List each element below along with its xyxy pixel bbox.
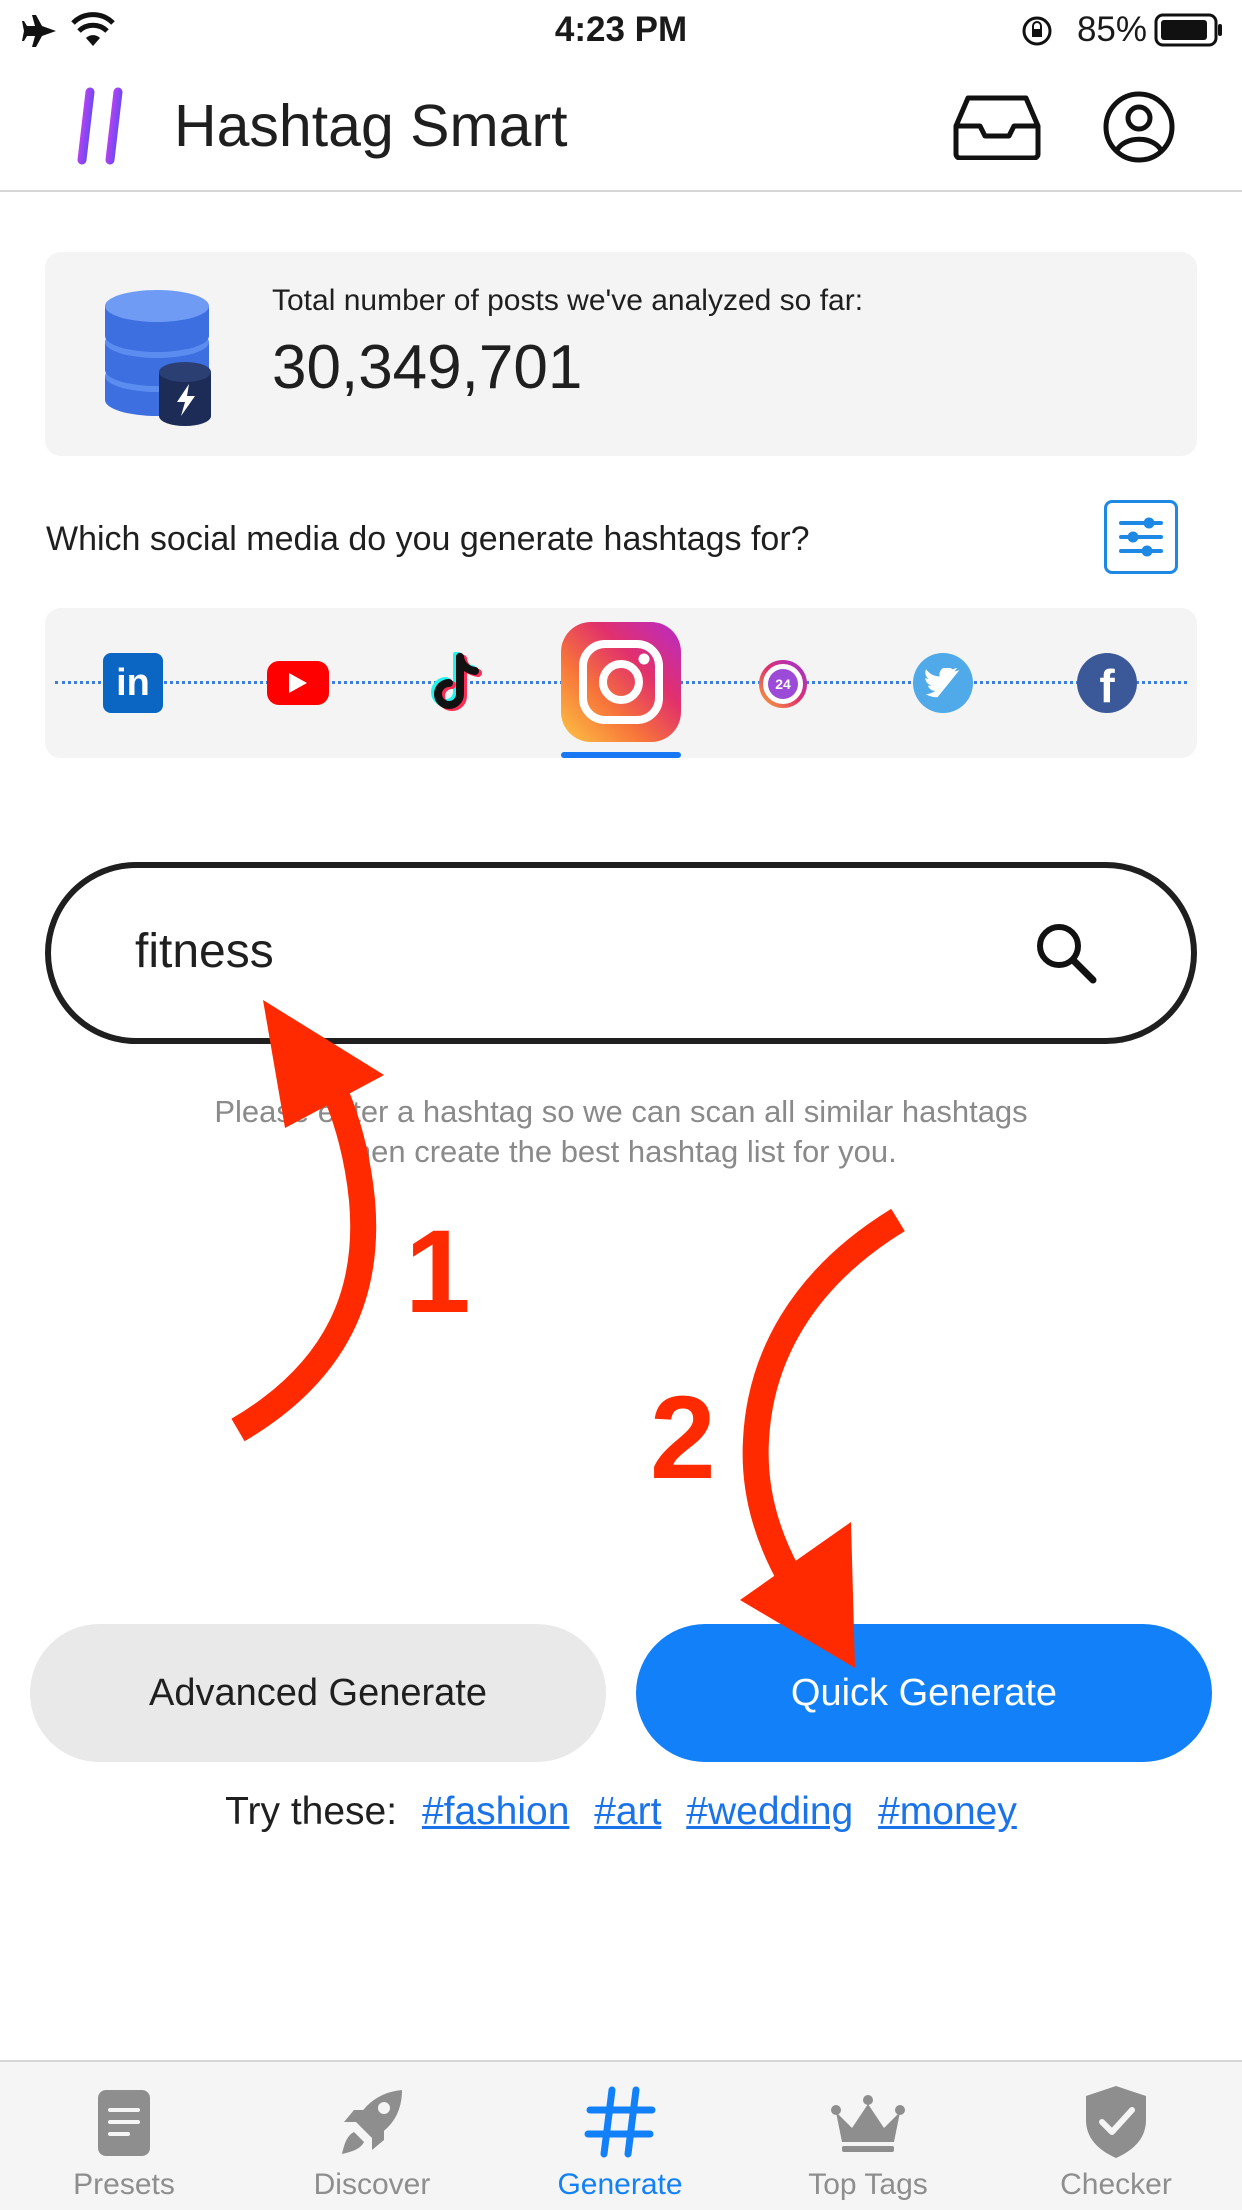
- tab-label: Checker: [1060, 2168, 1172, 2201]
- tab-label: Top Tags: [808, 2168, 928, 2201]
- bottom-tab-bar: Presets Discover Generate Top Tags Check…: [0, 2060, 1242, 2210]
- tab-discover[interactable]: Discover: [248, 2062, 496, 2210]
- shield-check-icon: [1086, 2086, 1146, 2158]
- status-time: 4:23 PM: [554, 10, 688, 49]
- stats-value: 30,349,701: [272, 333, 583, 402]
- tab-top-tags[interactable]: Top Tags: [744, 2062, 992, 2210]
- step-1-label: 1: [405, 1206, 471, 1338]
- database-icon: [105, 290, 211, 426]
- hashtag-logo-icon: [61, 87, 141, 165]
- linkedin-icon[interactable]: in: [103, 653, 163, 713]
- hint-line-1: Please enter a hashtag so we can scan al…: [214, 1094, 1028, 1129]
- quick-generate-button[interactable]: Quick Generate: [636, 1624, 1212, 1762]
- tab-label: Presets: [73, 2168, 175, 2201]
- instagram-icon[interactable]: [561, 622, 681, 742]
- youtube-icon[interactable]: [267, 661, 329, 705]
- sliders-icon: [1119, 517, 1163, 557]
- tab-generate[interactable]: Generate: [496, 2062, 744, 2210]
- suggestion-link[interactable]: #fashion: [422, 1790, 569, 1833]
- document-icon: [98, 2090, 150, 2156]
- search-hint: Please enter a hashtag so we can scan al…: [120, 1092, 1122, 1172]
- stats-label: Total number of posts we've analyzed so …: [272, 284, 864, 317]
- svg-text:24: 24: [775, 676, 791, 692]
- inbox-icon[interactable]: [952, 94, 1042, 160]
- suggestions-row: Try these: #fashion #art #wedding #money: [0, 1790, 1242, 1834]
- search-input[interactable]: fitness: [135, 924, 274, 979]
- advanced-generate-button[interactable]: Advanced Generate: [30, 1624, 606, 1762]
- profile-icon[interactable]: [1102, 90, 1176, 164]
- crown-icon: [831, 2095, 905, 2152]
- rotation-lock-icon: [1022, 16, 1052, 46]
- step-2-label: 2: [650, 1372, 716, 1504]
- tiktok-icon[interactable]: [427, 652, 487, 714]
- selected-platform-indicator: [561, 752, 681, 758]
- arrow-2: [742, 1208, 905, 1628]
- stats-card: Total number of posts we've analyzed so …: [45, 252, 1197, 456]
- suggestions-label: Try these:: [225, 1790, 398, 1833]
- suggestion-link[interactable]: #money: [878, 1790, 1017, 1833]
- facebook-icon[interactable]: f: [1077, 653, 1137, 713]
- platform-selector: in 24 f: [45, 608, 1197, 758]
- battery-icon: [1154, 13, 1222, 47]
- twitter-icon[interactable]: [913, 653, 973, 713]
- app-title: Hashtag Smart: [174, 93, 568, 159]
- app-header: Hashtag Smart: [0, 64, 1242, 192]
- tab-label: Discover: [313, 2168, 431, 2201]
- suggestion-link[interactable]: #wedding: [686, 1790, 853, 1833]
- tab-checker[interactable]: Checker: [992, 2062, 1240, 2210]
- tab-presets[interactable]: Presets: [0, 2062, 248, 2210]
- status-bar: 4:23 PM 85%: [0, 0, 1242, 64]
- platform-question: Which social media do you generate hasht…: [46, 520, 810, 558]
- search-icon[interactable]: [1033, 920, 1099, 986]
- battery-percent: 85%: [1076, 10, 1147, 49]
- filter-settings-button[interactable]: [1104, 500, 1178, 574]
- tab-label: Generate: [557, 2168, 683, 2201]
- instagram-24-icon[interactable]: 24: [759, 660, 807, 708]
- suggestion-link[interactable]: #art: [594, 1790, 661, 1833]
- hashtag-search-field[interactable]: fitness: [45, 862, 1197, 1044]
- hint-line-2: then create the best hashtag list for yo…: [345, 1134, 897, 1169]
- hashtag-icon: [584, 2086, 656, 2158]
- rocket-icon: [342, 2090, 402, 2154]
